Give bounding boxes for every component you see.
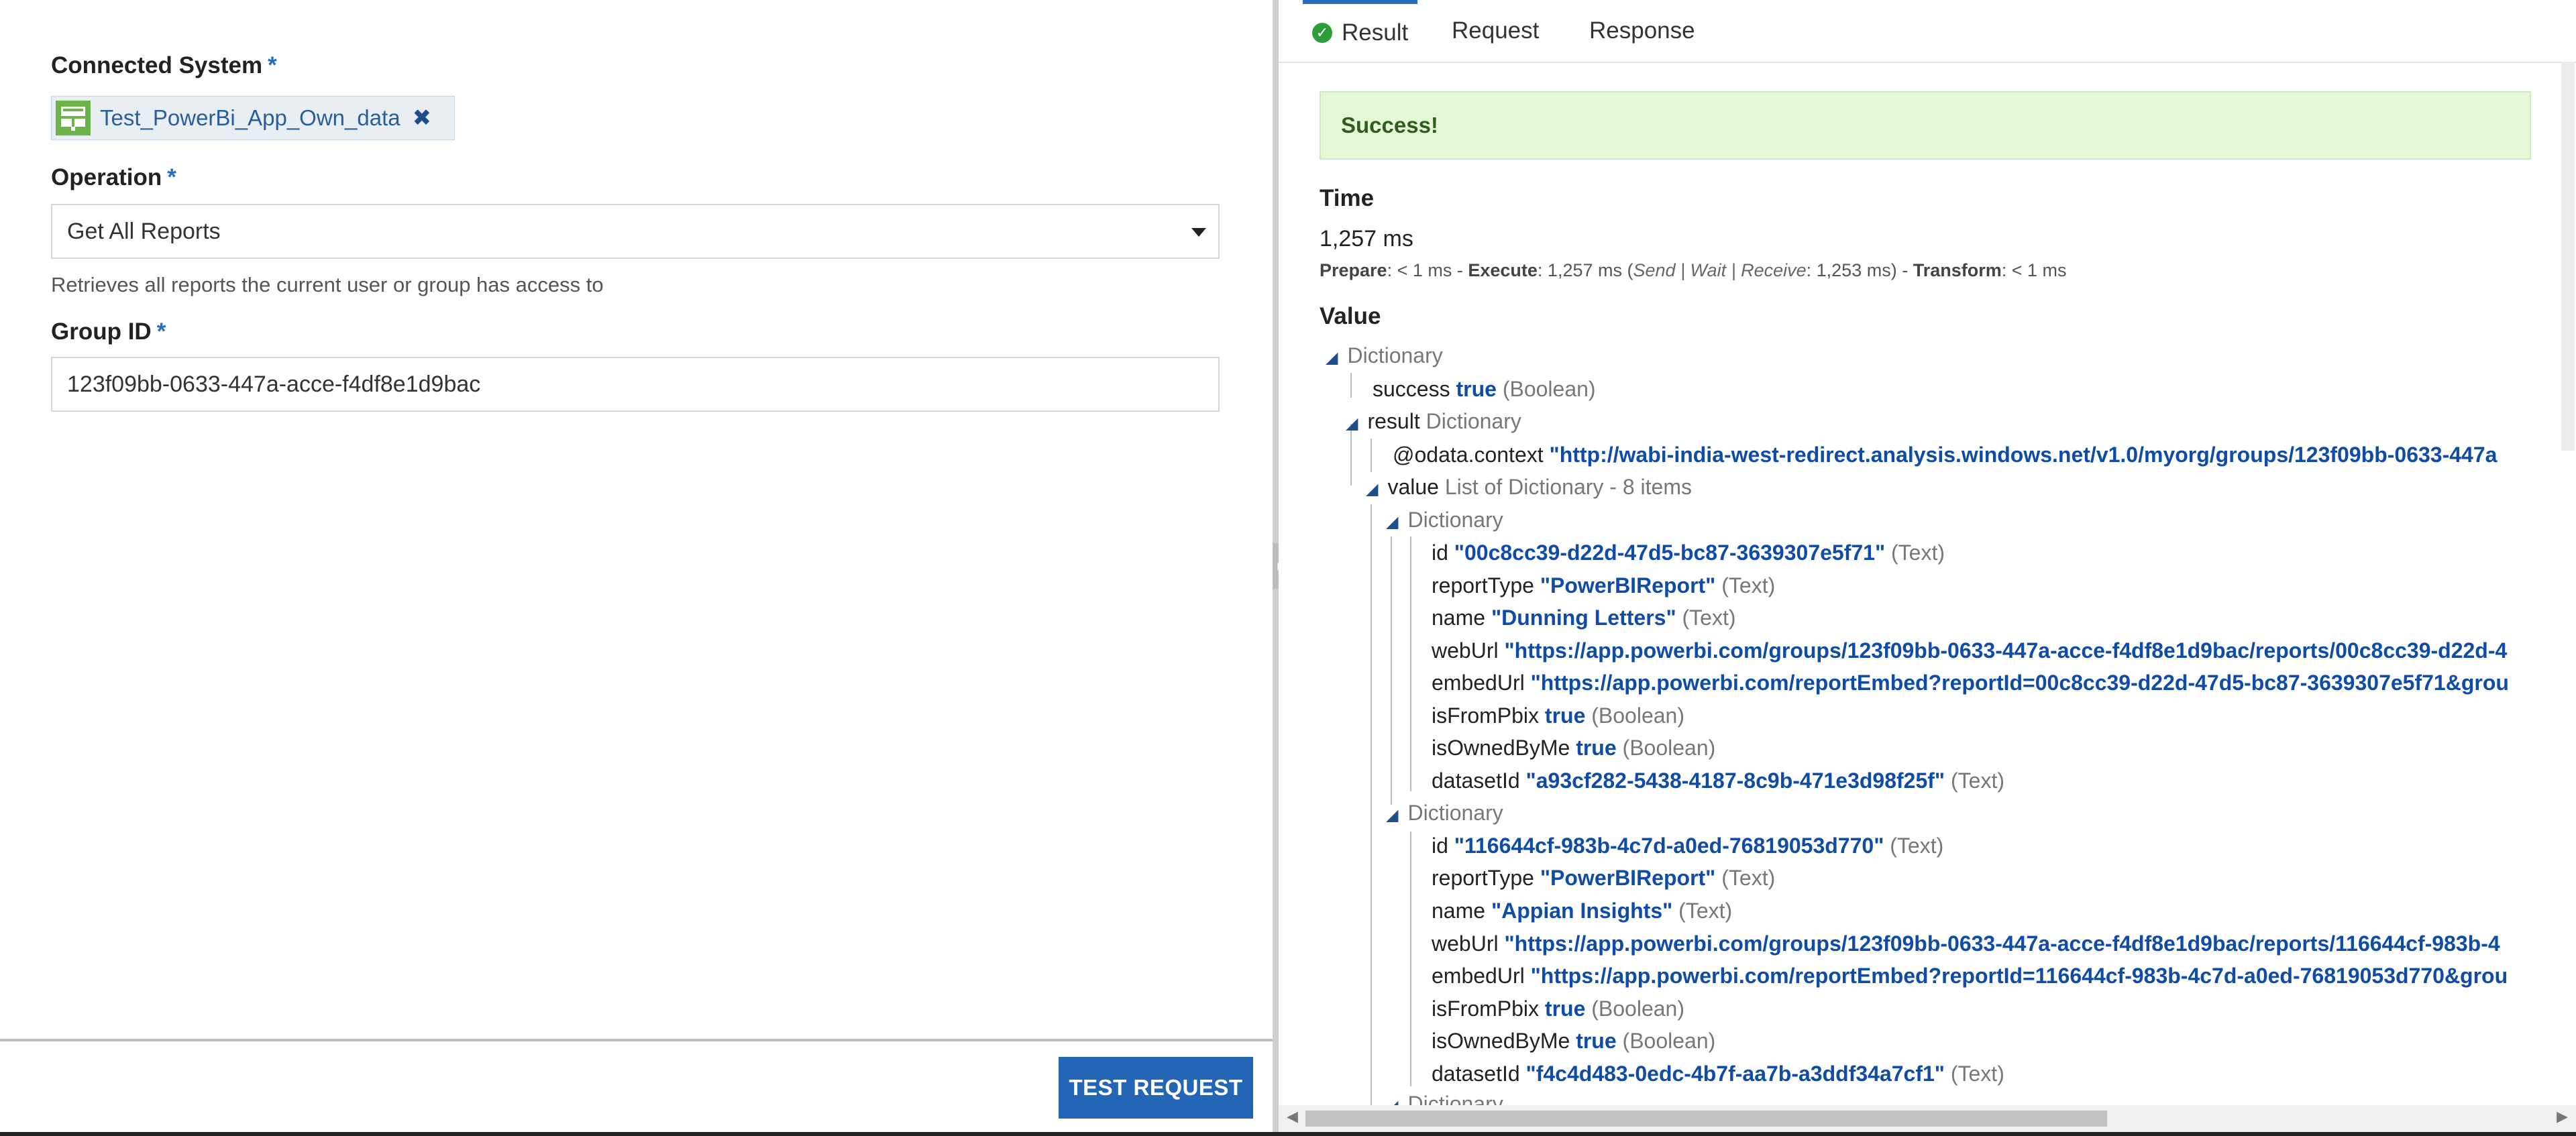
tree-leaf: name "Appian Insights" (Text) xyxy=(1432,899,1733,923)
scroll-right-icon[interactable]: ▶ xyxy=(2557,1108,2568,1125)
group-id-label: Group ID * xyxy=(51,319,166,345)
tab-result[interactable]: ✓ Result xyxy=(1303,0,1418,62)
tab-response[interactable]: Response xyxy=(1589,0,1695,62)
tree-leaf: id "00c8cc39-d22d-47d5-bc87-3639307e5f71… xyxy=(1432,541,1945,565)
scrollbar-thumb[interactable] xyxy=(1305,1111,2107,1127)
tree-leaf: webUrl "https://app.powerbi.com/groups/1… xyxy=(1432,931,2500,956)
operation-selected-value: Get All Reports xyxy=(67,219,221,244)
group-id-input[interactable]: 123f09bb-0633-447a-acce-f4df8e1d9bac xyxy=(51,357,1220,412)
tree-node-value[interactable]: ◢ value List of Dictionary - 8 items xyxy=(1366,475,1692,500)
tree-leaf: id "116644cf-983b-4c7d-a0ed-76819053d770… xyxy=(1432,834,1944,858)
operation-description: Retrieves all reports the current user o… xyxy=(51,273,604,296)
expand-triangle-icon: ◢ xyxy=(1326,349,1338,367)
operation-label: Operation * xyxy=(51,164,176,190)
check-circle-icon: ✓ xyxy=(1312,23,1332,43)
integration-config-pane: Connected System * Test_PowerBi_App_Own_d… xyxy=(0,0,1273,1136)
tree-node-root[interactable]: ◢ Dictionary xyxy=(1326,343,1443,368)
tree-leaf: reportType "PowerBIReport" (Text) xyxy=(1432,866,1776,890)
expand-triangle-icon: ◢ xyxy=(1366,480,1379,498)
test-request-button[interactable]: TEST REQUEST xyxy=(1059,1057,1253,1119)
tree-leaf: reportType "PowerBIReport" (Text) xyxy=(1432,573,1776,598)
tree-node-dictionary-partial[interactable]: ◢Dictionary xyxy=(1386,1092,1503,1105)
expand-triangle-icon: ◢ xyxy=(1346,414,1358,433)
operation-dropdown[interactable]: Get All Reports xyxy=(51,204,1220,259)
time-value: 1,257 ms xyxy=(1320,226,1413,251)
remove-icon[interactable]: ✖ xyxy=(413,105,432,131)
tree-leaf: datasetId "f4c4d483-0edc-4b7f-aa7b-a3ddf… xyxy=(1432,1062,2004,1086)
tree-leaf: embedUrl "https://app.powerbi.com/report… xyxy=(1432,964,2508,988)
tree-leaf: webUrl "https://app.powerbi.com/groups/1… xyxy=(1432,638,2508,663)
value-heading: Value xyxy=(1320,303,1381,329)
tree-leaf: isFromPbix true (Boolean) xyxy=(1432,703,1684,728)
tree-node-dictionary[interactable]: ◢ Dictionary xyxy=(1386,508,1503,532)
time-heading: Time xyxy=(1320,185,1375,211)
tree-leaf: isFromPbix true (Boolean) xyxy=(1432,997,1684,1021)
tree-leaf: isOwnedByMe true (Boolean) xyxy=(1432,1029,1716,1053)
connected-system-name: Test_PowerBi_App_Own_data xyxy=(100,105,400,130)
connected-system-chip[interactable]: Test_PowerBi_App_Own_data ✖ xyxy=(51,96,455,140)
result-pane: ✓ Result Request Response Success! Time … xyxy=(1279,0,2576,1136)
connected-system-icon xyxy=(56,101,91,135)
vertical-scrollbar[interactable] xyxy=(2561,62,2575,451)
tree-node-odata-context: @odata.context "http://wabi-india-west-r… xyxy=(1393,443,2498,467)
success-message: Success! xyxy=(1341,113,1438,137)
tree-leaf: datasetId "a93cf282-5438-4187-8c9b-471e3… xyxy=(1432,769,2004,793)
time-breakdown: Prepare: < 1 ms - Execute: 1,257 ms (Sen… xyxy=(1320,260,2067,280)
tree-leaf: name "Dunning Letters" (Text) xyxy=(1432,606,1736,630)
window-bottom-border xyxy=(0,1132,2576,1136)
expand-triangle-icon: ◢ xyxy=(1386,513,1399,531)
tree-node-dictionary[interactable]: ◢ Dictionary xyxy=(1386,801,1503,826)
chevron-down-icon xyxy=(1191,228,1206,237)
success-banner: Success! xyxy=(1320,91,2531,160)
tab-request[interactable]: Request xyxy=(1452,0,1539,62)
tree-node-success: success true (Boolean) xyxy=(1373,377,1596,401)
expand-triangle-icon: ◢ xyxy=(1386,806,1399,824)
scroll-left-icon[interactable]: ◀ xyxy=(1287,1108,1298,1125)
horizontal-scrollbar[interactable]: ◀ ▶ xyxy=(1279,1105,2576,1132)
group-id-value: 123f09bb-0633-447a-acce-f4df8e1d9bac xyxy=(67,372,481,397)
connected-system-label: Connected System * xyxy=(51,52,277,78)
tree-leaf: embedUrl "https://app.powerbi.com/report… xyxy=(1432,671,2509,695)
tree-leaf: isOwnedByMe true (Boolean) xyxy=(1432,736,1716,760)
footer-divider xyxy=(0,1039,1273,1041)
result-tabs: ✓ Result Request Response xyxy=(1279,0,2576,63)
tree-node-result[interactable]: ◢ result Dictionary xyxy=(1346,409,1521,434)
